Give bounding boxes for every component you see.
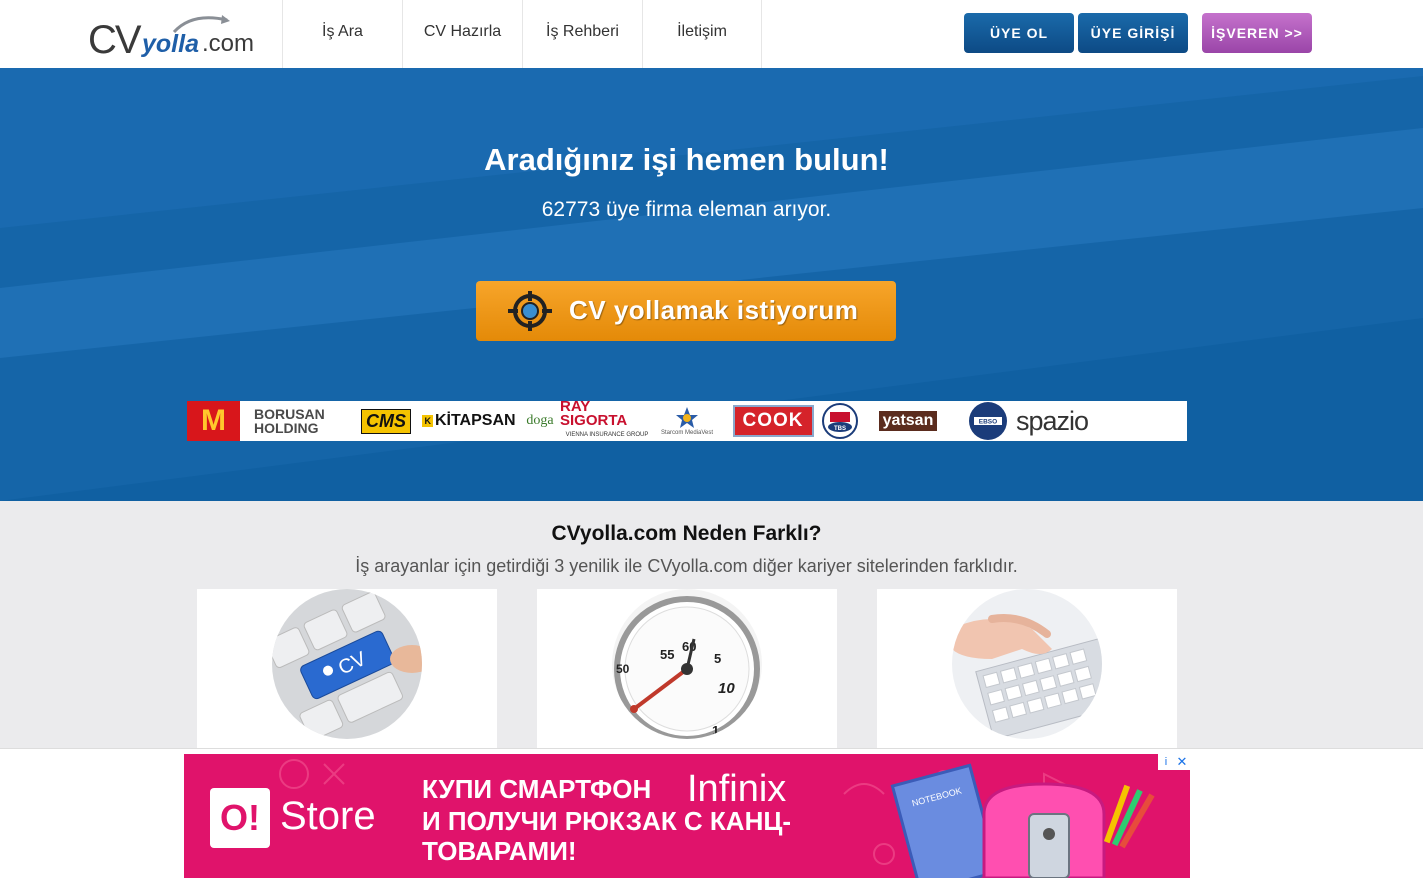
logo-com-text: .com bbox=[202, 30, 255, 57]
ebso-circle-icon: EBSO bbox=[969, 402, 1007, 440]
clock-label-50: 50 bbox=[616, 662, 630, 676]
cook-logo: COOK bbox=[728, 401, 818, 441]
hero-subtitle: 62773 üye firma eleman arıyor. bbox=[541, 198, 832, 221]
features-title: CVyolla.com Neden Farklı? bbox=[551, 522, 822, 545]
nav-cv-hazirla[interactable]: CV Hazırla bbox=[402, 0, 522, 68]
stopwatch-image: 55 60 5 10 50 1 bbox=[612, 589, 762, 739]
feature-card-cv-key: CV bbox=[197, 589, 497, 761]
stopwatch-icon: 55 60 5 10 50 1 bbox=[612, 589, 762, 739]
cvyolla-logo[interactable]: CV yolla .com bbox=[88, 12, 260, 62]
advertisement-banner[interactable]: NOTEBOOK O! Store КУПИ СМАРТФОН Infinix … bbox=[184, 754, 1190, 878]
nav-is-rehberi[interactable]: İş Rehberi bbox=[522, 0, 642, 68]
tbs-ship-icon: TBS bbox=[822, 403, 858, 439]
ray-text: RAY SIGORTA bbox=[560, 398, 628, 429]
ad-close-icon[interactable]: ✕ bbox=[1174, 754, 1190, 770]
clock-label-55: 55 bbox=[660, 647, 674, 662]
features-subtitle: İş arayanlar için getirdiği 3 yenilik il… bbox=[355, 556, 1018, 576]
main-nav: İş Ara CV Hazırla İş Rehberi İletişim bbox=[282, 0, 762, 68]
feature-card-typing bbox=[877, 589, 1177, 761]
borusan-logo: BORUSAN HOLDING bbox=[254, 401, 354, 441]
send-cv-button[interactable]: CV yollamak istiyorum bbox=[476, 281, 896, 341]
register-button[interactable]: ÜYE OL bbox=[964, 13, 1074, 53]
clock-label-10: 10 bbox=[718, 680, 735, 697]
starcom-logo: Starcom MediaVest bbox=[654, 401, 720, 441]
cms-text: CMS bbox=[361, 408, 411, 434]
typing-keyboard-icon bbox=[952, 589, 1102, 739]
ostore-text: Store bbox=[280, 794, 376, 838]
yatsan-text: yatsan bbox=[878, 411, 938, 431]
keyboard-cv-image: CV bbox=[272, 589, 422, 739]
ray-small-text: VIENNA INSURANCE GROUP bbox=[565, 432, 649, 438]
brand-logos-strip: M BORUSAN HOLDING CMS K KİTAPSAN doga RAY… bbox=[187, 398, 1187, 441]
ad-text-line2: И ПОЛУЧИ РЮКЗАК С КАНЦ-ТОВАРАМИ! bbox=[422, 806, 791, 866]
send-cv-label: CV yollamak istiyorum bbox=[569, 295, 859, 325]
starcom-text: Starcom MediaVest bbox=[660, 430, 714, 436]
ebso-logo: EBSO bbox=[968, 401, 1008, 441]
feature-card-stopwatch: 55 60 5 10 50 1 bbox=[537, 589, 837, 761]
nav-iletisim[interactable]: İletişim bbox=[642, 0, 762, 68]
target-icon bbox=[508, 291, 552, 331]
features-section: CVyolla.com Neden Farklı? İş arayanlar i… bbox=[0, 501, 1423, 761]
keyboard-cv-key-icon: CV bbox=[272, 589, 422, 739]
borusan-line1: BORUSAN bbox=[254, 406, 325, 422]
hero-banner: Aradığınız işi hemen bulun! 62773 üye fi… bbox=[0, 68, 1423, 501]
ostore-logo: O! bbox=[210, 788, 270, 848]
kitapsan-k: K bbox=[422, 415, 433, 427]
logo-yolla-text: yolla bbox=[142, 30, 199, 58]
yatsan-logo: yatsan bbox=[862, 401, 954, 441]
clock-label-1: 1 bbox=[712, 723, 719, 738]
tbs-logo: TBS bbox=[818, 401, 862, 441]
ebso-text: EBSO bbox=[979, 419, 997, 426]
starcom-star-icon bbox=[676, 407, 698, 428]
site-header: CV yolla .com İş Ara CV Hazırla İş Rehbe… bbox=[0, 0, 1423, 69]
cook-text: COOK bbox=[732, 405, 814, 437]
spazio-logo: spazio bbox=[1015, 405, 1089, 436]
logo-cv-text: CV bbox=[88, 18, 142, 62]
cms-logo: CMS bbox=[354, 401, 418, 441]
borusan-line2: HOLDING bbox=[254, 420, 319, 436]
ad-info-icon[interactable]: i bbox=[1158, 754, 1174, 770]
login-button[interactable]: ÜYE GİRİŞİ bbox=[1078, 13, 1188, 53]
mcdonalds-logo: M bbox=[187, 401, 240, 441]
ray-sigorta-logo: RAY SIGORTA VIENNA INSURANCE GROUP bbox=[560, 398, 654, 441]
doga-logo: doga bbox=[526, 413, 554, 428]
ad-brand-infinix: Infinix bbox=[687, 768, 787, 810]
kitapsan-logo: K KİTAPSAN bbox=[418, 401, 520, 441]
employer-button[interactable]: İŞVEREN >> bbox=[1202, 13, 1312, 53]
typing-hands-image bbox=[952, 589, 1102, 739]
tbs-text: TBS bbox=[834, 426, 846, 432]
kitapsan-text: KİTAPSAN bbox=[434, 412, 516, 429]
nav-is-ara[interactable]: İş Ara bbox=[282, 0, 402, 68]
hero-title: Aradığınız işi hemen bulun! bbox=[484, 142, 889, 177]
clock-label-5: 5 bbox=[714, 651, 721, 666]
